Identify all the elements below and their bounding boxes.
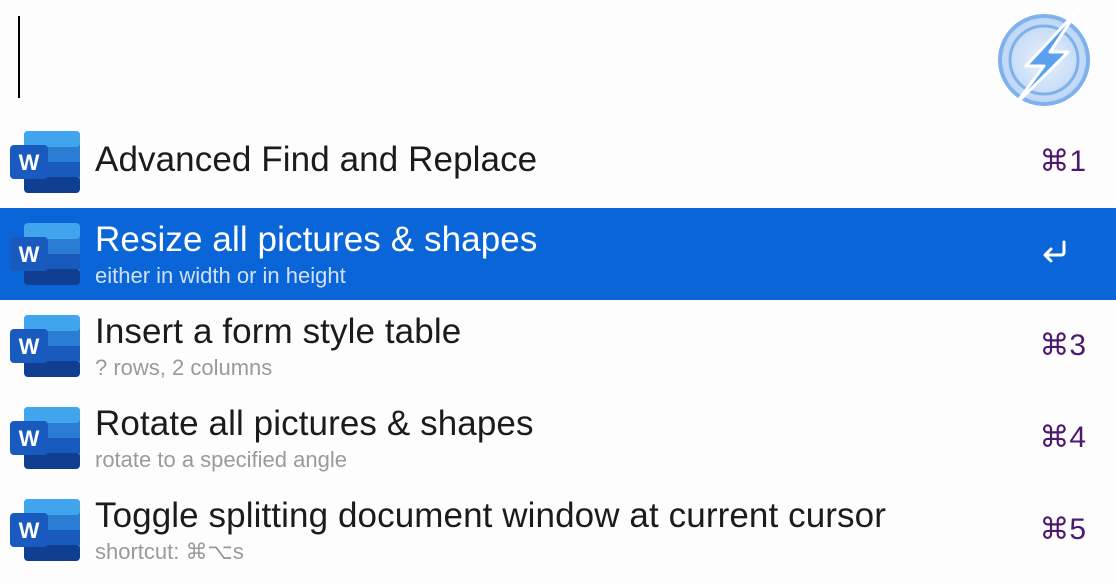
word-icon: W [10,223,80,285]
result-item-advanced-find-replace[interactable]: W Advanced Find and Replace ⌘1 [0,116,1116,208]
word-icon: W [10,499,80,561]
svg-text:W: W [19,150,40,175]
result-title: Rotate all pictures & shapes [95,404,534,443]
svg-text:W: W [19,426,40,451]
svg-text:W: W [19,334,40,359]
result-shortcut: ⌘4 [1039,421,1086,454]
result-shortcut: ⌘3 [1039,329,1086,362]
result-subtitle: rotate to a specified angle [95,447,347,472]
result-shortcut: ⌘5 [1039,513,1086,546]
launcher-window: W Advanced Find and Replace ⌘1 W Resize … [0,0,1116,583]
result-title: Advanced Find and Replace [95,140,538,179]
result-subtitle: ? rows, 2 columns [95,355,273,380]
search-bar[interactable] [0,0,1116,116]
word-icon: W [10,407,80,469]
word-icon: W [10,315,80,377]
svg-text:W: W [19,518,40,543]
result-title: Insert a form style table [95,312,462,351]
results-list: W Advanced Find and Replace ⌘1 W Resize … [0,116,1116,576]
result-item-insert-form-table[interactable]: W Insert a form style table ? rows, 2 co… [0,300,1116,392]
result-item-toggle-split-window[interactable]: W Toggle splitting document window at cu… [0,484,1116,576]
word-icon: W [10,131,80,193]
result-item-resize-pictures[interactable]: W Resize all pictures & shapes either in… [0,208,1116,300]
text-cursor[interactable] [18,16,20,98]
enter-icon [1043,240,1066,263]
lightning-bolt-icon [998,8,1090,108]
result-subtitle: either in width or in height [95,263,346,288]
result-shortcut: ⌘1 [1039,145,1086,178]
result-subtitle: shortcut: ⌘⌥s [95,539,244,564]
result-title: Toggle splitting document window at curr… [95,496,886,535]
result-title: Resize all pictures & shapes [95,220,538,259]
result-item-rotate-pictures[interactable]: W Rotate all pictures & shapes rotate to… [0,392,1116,484]
svg-text:W: W [19,242,40,267]
